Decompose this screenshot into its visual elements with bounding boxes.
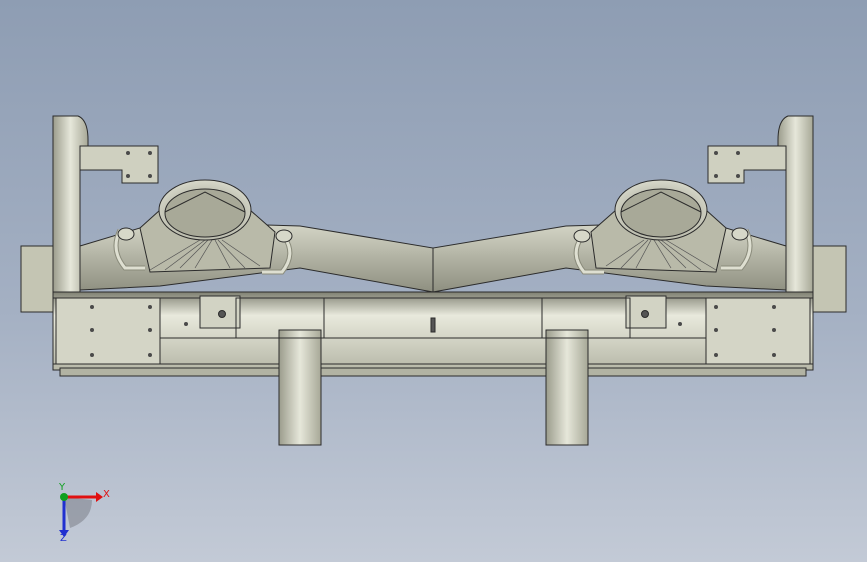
left-mounting-bracket bbox=[79, 145, 159, 184]
right-pipe-end-a bbox=[731, 227, 749, 241]
left-pipe-end-b bbox=[275, 229, 293, 243]
orientation-triad[interactable]: X Y Z bbox=[58, 482, 110, 544]
3d-viewport[interactable]: X Y Z bbox=[0, 0, 867, 562]
right-mounting-bracket bbox=[707, 145, 787, 184]
right-support-leg bbox=[545, 329, 589, 446]
x-axis-arrowhead bbox=[96, 492, 103, 502]
z-axis-label: Z bbox=[60, 533, 67, 544]
right-side-plate bbox=[705, 297, 811, 365]
right-pipe-end-b bbox=[573, 229, 591, 243]
frame-assembly bbox=[20, 115, 847, 446]
left-support-leg bbox=[278, 329, 322, 446]
left-side-plate bbox=[55, 297, 161, 365]
bottom-rail bbox=[59, 367, 807, 377]
x-axis-label: X bbox=[103, 489, 110, 500]
center-slot bbox=[430, 317, 436, 333]
model-canvas[interactable]: X Y Z bbox=[0, 0, 867, 562]
right-end-block bbox=[811, 245, 847, 313]
left-pipe-end-a bbox=[117, 227, 135, 241]
y-axis-label: Y bbox=[58, 482, 66, 493]
left-end-block bbox=[20, 245, 56, 313]
y-axis-dot bbox=[60, 493, 68, 501]
triad-shadow bbox=[64, 497, 92, 528]
